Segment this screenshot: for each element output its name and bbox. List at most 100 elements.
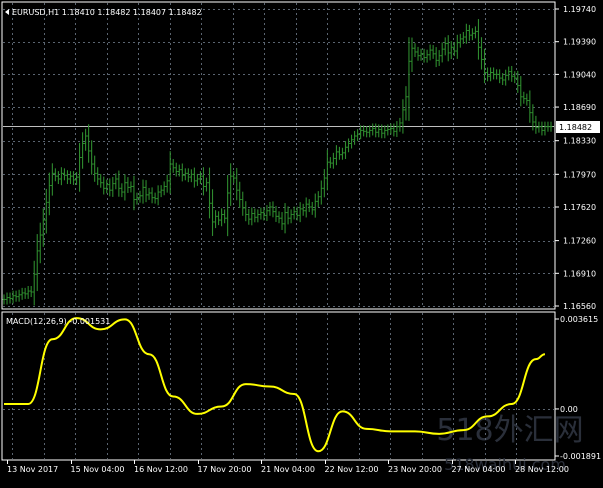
price-bar	[159, 185, 163, 198]
price-axis-label: 1.17260	[563, 237, 596, 246]
price-bar	[32, 260, 36, 306]
price-bar	[522, 91, 526, 104]
price-bar	[138, 190, 142, 203]
price-bar	[141, 179, 145, 204]
price-bar	[20, 287, 24, 300]
price-bar	[455, 34, 459, 59]
time-axis-label: 28 Nov 12:00	[515, 465, 569, 474]
price-bar	[244, 201, 248, 222]
price-bar	[171, 158, 175, 173]
price-bar	[11, 290, 15, 304]
header-arrow-icon[interactable]	[5, 9, 9, 15]
price-bar	[301, 203, 305, 216]
price-bar	[407, 37, 411, 121]
price-bar	[201, 167, 205, 196]
price-axis[interactable]: 1.19740 1.19390 1.19040 1.18690 1.18330 1.179…	[555, 5, 596, 311]
price-bar	[150, 187, 154, 204]
price-bar	[356, 129, 360, 142]
price-bar	[498, 69, 502, 84]
price-bar	[549, 121, 553, 132]
chart-window[interactable]: 518外汇网 518waihui.com 1.19740 1.19390 1.190…	[0, 0, 603, 488]
price-bar	[105, 179, 109, 194]
time-axis-label: 22 Nov 12:00	[325, 465, 379, 474]
price-bar	[241, 191, 245, 216]
price-bar	[35, 234, 39, 292]
current-price-label: 1.18482	[559, 123, 592, 132]
price-bar	[437, 50, 441, 66]
time-axis-label: 15 Nov 04:00	[71, 465, 125, 474]
price-bar	[223, 209, 227, 224]
price-bar	[286, 206, 290, 225]
price-axis-label: 1.18690	[563, 103, 596, 112]
price-bar	[322, 169, 326, 198]
price-bar	[504, 69, 508, 86]
time-axis-label: 16 Nov 12:00	[134, 465, 188, 474]
macd-header: MACD(12,26,9) -0.001531	[6, 317, 110, 326]
price-bar	[362, 125, 366, 137]
price-bar	[440, 42, 444, 63]
price-axis-label: 1.17620	[563, 203, 596, 212]
price-bar-series[interactable]	[2, 19, 553, 306]
price-bar	[395, 121, 399, 137]
price-bar	[144, 180, 148, 203]
price-bar	[374, 123, 378, 138]
price-bar	[319, 180, 323, 205]
price-bar	[195, 173, 199, 186]
price-bar	[392, 123, 396, 137]
price-bar	[268, 201, 272, 216]
price-bar	[247, 208, 251, 225]
price-bar	[337, 146, 341, 160]
price-bar	[99, 173, 103, 188]
price-bar	[153, 192, 157, 204]
price-bar	[310, 201, 314, 215]
price-bar	[383, 125, 387, 139]
price-bar	[214, 210, 218, 229]
price-bar	[316, 191, 320, 207]
price-bar	[229, 163, 233, 206]
price-bar	[29, 286, 33, 298]
price-bar	[422, 48, 426, 63]
chart-canvas[interactable]: 518外汇网 518waihui.com 1.197401.193901.190…	[0, 0, 603, 488]
price-bar	[26, 286, 30, 299]
price-bar	[120, 183, 124, 198]
price-bar	[204, 177, 208, 192]
price-bar	[507, 66, 511, 81]
price-bar	[371, 123, 375, 136]
price-bar	[492, 67, 496, 80]
price-bar	[192, 167, 196, 188]
price-bar	[476, 19, 480, 60]
price-bar	[467, 24, 471, 41]
price-bar	[458, 33, 462, 48]
price-bar	[280, 212, 284, 230]
price-bar	[238, 181, 242, 208]
price-bar	[44, 188, 48, 234]
price-bar	[250, 207, 254, 226]
price-bar	[389, 123, 393, 135]
price-bar	[350, 134, 354, 149]
price-bar	[162, 181, 166, 196]
price-bar	[359, 125, 363, 140]
price-bar	[528, 90, 532, 123]
price-bar	[443, 37, 447, 56]
price-bar	[14, 290, 18, 302]
price-bar	[307, 199, 311, 213]
price-bar	[147, 187, 151, 200]
price-bar	[540, 121, 544, 136]
price-bar	[534, 115, 538, 134]
price-bar	[449, 41, 453, 60]
price-panel-border	[1, 1, 556, 310]
price-bar	[65, 170, 69, 185]
price-bar	[111, 176, 115, 197]
price-bar	[340, 147, 344, 160]
price-bar	[168, 151, 172, 194]
price-bar	[401, 99, 405, 134]
time-axis-label: 23 Nov 20:00	[388, 465, 442, 474]
price-bar	[259, 207, 263, 220]
price-bar	[298, 202, 302, 223]
price-bar	[93, 155, 97, 182]
price-bar	[90, 140, 94, 175]
price-bar	[519, 76, 523, 107]
price-bar	[156, 185, 160, 206]
price-bar	[543, 121, 547, 136]
price-bar	[208, 167, 212, 219]
